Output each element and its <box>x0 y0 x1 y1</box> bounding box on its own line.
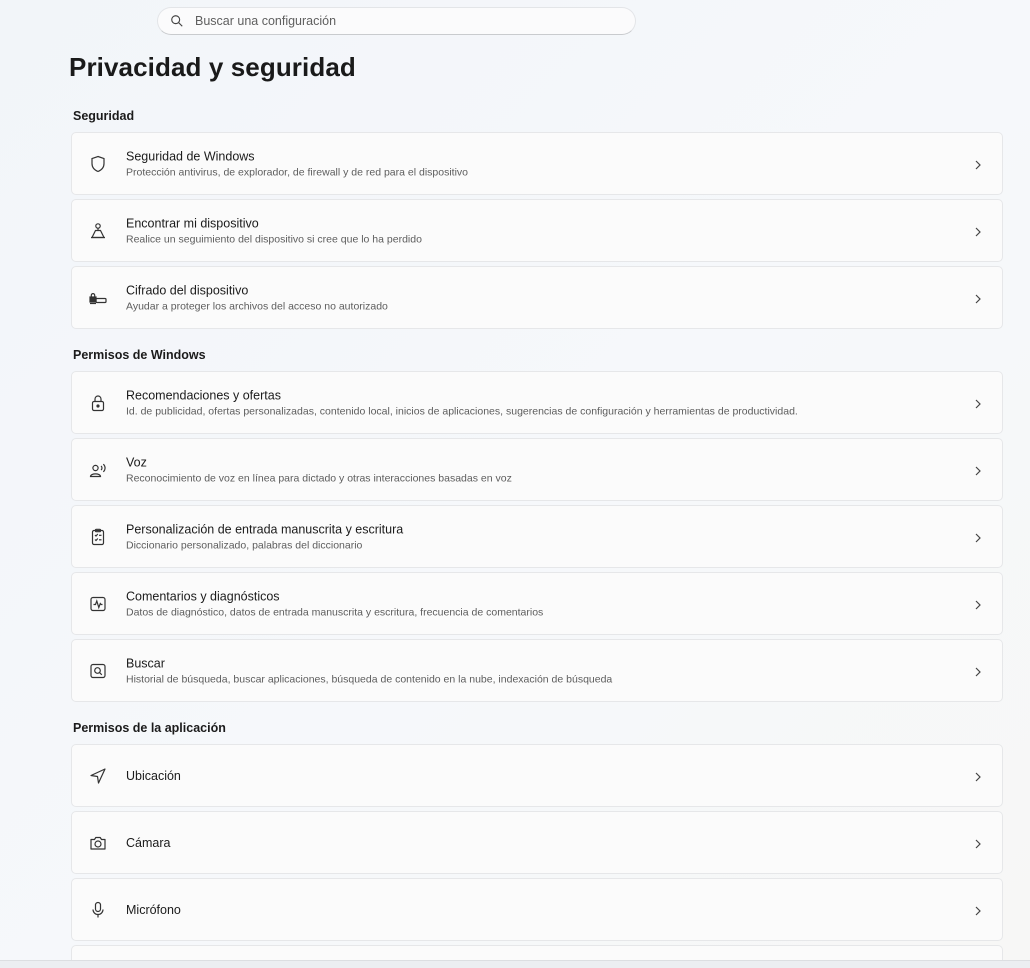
item-description: Ayudar a proteger los archivos del acces… <box>126 300 388 312</box>
item-recomendaciones-ofertas[interactable]: Recomendaciones y ofertas Id. de publici… <box>71 371 1003 434</box>
item-description: Protección antivirus, de explorador, de … <box>126 166 469 178</box>
page-title: Privacidad y seguridad <box>69 52 356 82</box>
device-encryption-icon <box>87 287 109 309</box>
item-description: Historial de búsqueda, buscar aplicacion… <box>126 673 613 685</box>
chevron-right-icon <box>972 770 984 782</box>
lock-icon <box>87 392 109 414</box>
item-camara[interactable]: Cámara <box>71 811 1003 874</box>
item-title: Encontrar mi dispositivo <box>126 216 259 230</box>
item-title: Seguridad de Windows <box>126 149 255 163</box>
chevron-right-icon <box>972 598 984 610</box>
chevron-right-icon <box>972 837 984 849</box>
item-description: Reconocimiento de voz en línea para dict… <box>126 472 512 484</box>
chevron-right-icon <box>972 531 984 543</box>
speech-icon <box>87 459 109 481</box>
search-box-icon <box>87 660 109 682</box>
clipboard-icon <box>87 526 109 548</box>
search-box[interactable] <box>157 7 636 35</box>
chevron-right-icon <box>972 665 984 677</box>
item-description: Datos de diagnóstico, datos de entrada m… <box>126 606 544 618</box>
item-title: Cifrado del dispositivo <box>126 283 249 297</box>
item-title: Cámara <box>126 835 171 850</box>
item-buscar[interactable]: Buscar Historial de búsqueda, buscar apl… <box>71 639 1003 702</box>
item-description: Id. de publicidad, ofertas personalizada… <box>126 405 798 417</box>
chevron-right-icon <box>972 158 984 170</box>
item-title: Voz <box>126 455 147 469</box>
chevron-right-icon <box>972 464 984 476</box>
location-icon <box>87 765 109 787</box>
search-input[interactable] <box>195 14 615 28</box>
section-title-seguridad: Seguridad <box>73 109 135 123</box>
diagnostics-icon <box>87 593 109 615</box>
item-title: Ubicación <box>126 768 181 783</box>
item-voz[interactable]: Voz Reconocimiento de voz en línea para … <box>71 438 1003 501</box>
item-cifrado-dispositivo[interactable]: Cifrado del dispositivo Ayudar a protege… <box>71 266 1003 329</box>
item-personalizacion-escritura[interactable]: Personalización de entrada manuscrita y … <box>71 505 1003 568</box>
item-title: Personalización de entrada manuscrita y … <box>126 522 404 536</box>
item-title: Recomendaciones y ofertas <box>126 388 281 402</box>
item-title: Comentarios y diagnósticos <box>126 589 280 603</box>
item-title: Buscar <box>126 656 165 670</box>
find-device-icon <box>87 220 109 242</box>
search-icon <box>171 15 183 27</box>
item-title: Micrófono <box>126 902 181 917</box>
chevron-right-icon <box>972 904 984 916</box>
chevron-right-icon <box>972 292 984 304</box>
item-seguridad-windows[interactable]: Seguridad de Windows Protección antiviru… <box>71 132 1003 195</box>
camera-icon <box>87 832 109 854</box>
chevron-right-icon <box>972 225 984 237</box>
section-title-permisos-aplicacion: Permisos de la aplicación <box>73 721 226 735</box>
item-comentarios-diagnosticos[interactable]: Comentarios y diagnósticos Datos de diag… <box>71 572 1003 635</box>
shield-icon <box>87 153 109 175</box>
item-encontrar-dispositivo[interactable]: Encontrar mi dispositivo Realice un segu… <box>71 199 1003 262</box>
chevron-right-icon <box>972 397 984 409</box>
item-description: Diccionario personalizado, palabras del … <box>126 539 363 551</box>
section-title-permisos-windows: Permisos de Windows <box>73 348 206 362</box>
item-ubicacion[interactable]: Ubicación <box>71 744 1003 807</box>
item-description: Realice un seguimiento del dispositivo s… <box>126 233 422 245</box>
bottom-edge <box>0 960 1030 968</box>
item-microfono[interactable]: Micrófono <box>71 878 1003 941</box>
microphone-icon <box>87 899 109 921</box>
